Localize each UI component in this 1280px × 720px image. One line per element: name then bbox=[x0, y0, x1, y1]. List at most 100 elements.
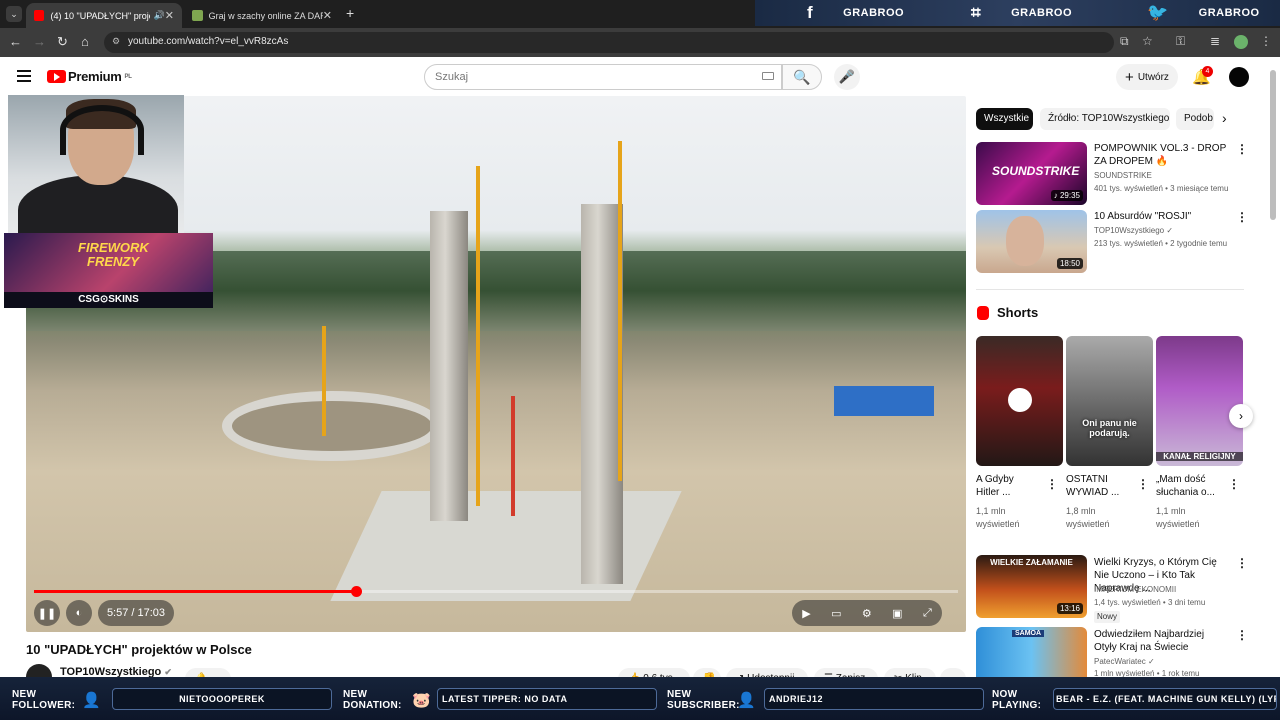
verified-icon: ✔ bbox=[164, 667, 172, 677]
channel-name[interactable]: PatecWariatec ✓ bbox=[1094, 656, 1155, 668]
youtube-logo[interactable]: Premium PL bbox=[47, 69, 132, 84]
tab-label: Graj w szachy online ZA DARMO bbox=[208, 10, 323, 21]
media-control-icon[interactable]: ≣ bbox=[1210, 34, 1220, 48]
volume-button[interactable]: ◐ bbox=[66, 600, 92, 626]
short-title[interactable]: „Mam dość słuchania o... bbox=[1156, 473, 1222, 499]
thumbnail-emblem bbox=[1008, 388, 1032, 412]
social-facebook: f GRABROO bbox=[807, 3, 904, 23]
social-name: GRABROO bbox=[1011, 7, 1073, 19]
profile-avatar-icon[interactable] bbox=[1234, 35, 1248, 49]
video-title[interactable]: Odwiedziłem Najbardziej Otyły Kraj na Św… bbox=[1094, 628, 1228, 654]
video-frame-crane bbox=[511, 396, 515, 516]
chevron-right-icon: › bbox=[1239, 409, 1243, 423]
chess-favicon-icon bbox=[192, 10, 203, 21]
keyboard-icon[interactable] bbox=[762, 72, 774, 80]
more-options-icon[interactable]: ⋮ bbox=[1228, 477, 1240, 491]
account-avatar[interactable] bbox=[1229, 67, 1249, 87]
more-options-icon[interactable]: ⋮ bbox=[1137, 477, 1149, 491]
hamburger-menu-icon[interactable] bbox=[17, 70, 31, 82]
thumbnail-text: SOUNDSTRIKE bbox=[992, 164, 1080, 178]
shorts-next-button[interactable]: › bbox=[1229, 404, 1253, 428]
shorts-icon bbox=[977, 305, 989, 320]
fullscreen-icon[interactable]: ⤢ bbox=[923, 607, 932, 620]
plus-icon: + bbox=[1125, 68, 1134, 86]
video-frame-buildings bbox=[834, 386, 934, 416]
chip-source[interactable]: Źródło: TOP10Wszystkiego bbox=[1040, 108, 1170, 130]
browser-menu-icon[interactable]: ⋮ bbox=[1260, 34, 1272, 48]
progress-bar[interactable] bbox=[34, 586, 958, 597]
short-thumbnail[interactable]: Oni panu nie podarują. bbox=[1066, 336, 1153, 466]
short-views: 1,1 mln wyświetleń bbox=[976, 506, 1020, 529]
close-tab-icon[interactable]: ✕ bbox=[323, 9, 332, 22]
chip-all[interactable]: Wszystkie bbox=[976, 108, 1033, 130]
now-playing-label: NOW PLAYING: bbox=[992, 689, 1042, 711]
duration-badge: 18:50 bbox=[1056, 258, 1083, 269]
site-info-icon[interactable]: ⚙ bbox=[112, 36, 120, 47]
facebook-icon: f bbox=[807, 3, 814, 22]
video-frame-crane bbox=[322, 326, 326, 436]
subtitles-icon[interactable]: ▭ bbox=[831, 607, 841, 620]
social-twitch: ⌗ GRABROO bbox=[971, 3, 1072, 23]
search-icon: 🔍 bbox=[793, 68, 811, 85]
bookmark-star-icon[interactable]: ☆ bbox=[1142, 34, 1153, 48]
short-title[interactable]: A Gdyby Hitler ... bbox=[976, 473, 1036, 499]
youtube-play-icon bbox=[47, 70, 66, 83]
channel-name[interactable]: IMPERIUM EKONOMII bbox=[1094, 584, 1176, 596]
more-options-icon[interactable]: ⋮ bbox=[1236, 142, 1248, 156]
new-tab-button[interactable]: + bbox=[346, 5, 354, 21]
video-meta: 213 tys. wyświetleń • 2 tygodnie temu bbox=[1094, 239, 1228, 248]
tab-label: (4) 10 "UPADŁYCH" projekt bbox=[50, 10, 149, 21]
tab-search-button[interactable]: ⌄ bbox=[6, 6, 22, 22]
short-title[interactable]: OSTATNI WYWIAD ... bbox=[1066, 473, 1128, 499]
miniplayer-icon[interactable]: ▣ bbox=[892, 607, 902, 620]
logo-text: Premium bbox=[68, 69, 122, 84]
follower-label: NEW FOLLOWER: bbox=[12, 689, 76, 711]
more-options-icon[interactable]: ⋮ bbox=[1236, 556, 1248, 570]
channel-name[interactable]: TOP10Wszystkiego ✓ bbox=[1094, 225, 1173, 237]
url-field[interactable]: ⚙ youtube.com/watch?v=el_vvR8zcAs bbox=[104, 32, 1114, 53]
create-button[interactable]: + Utwórz bbox=[1116, 64, 1178, 90]
video-thumbnail[interactable]: SOUNDSTRIKE ♪ 29:35 bbox=[976, 142, 1087, 205]
search-button[interactable]: 🔍 bbox=[782, 64, 822, 90]
time-display: 5:57 / 17:03 bbox=[98, 600, 174, 626]
search-input[interactable]: Szukaj bbox=[424, 64, 782, 90]
reload-icon[interactable]: ↻ bbox=[57, 34, 68, 50]
more-options-icon[interactable]: ⋮ bbox=[1236, 210, 1248, 224]
pause-icon: ❚❚ bbox=[37, 607, 57, 620]
short-overlay-text: KANAŁ RELIGIJNY bbox=[1156, 452, 1243, 461]
autoplay-icon[interactable]: ▶ bbox=[802, 607, 810, 620]
video-thumbnail[interactable]: 18:50 bbox=[976, 210, 1087, 273]
chevron-right-icon[interactable]: › bbox=[1222, 110, 1227, 126]
install-icon[interactable]: ⧉ bbox=[1120, 34, 1129, 49]
channel-name[interactable]: SOUNDSTRIKE bbox=[1094, 170, 1152, 182]
video-title[interactable]: 10 Absurdów "ROSJI" bbox=[1094, 210, 1228, 223]
extensions-icon[interactable]: ⚿ bbox=[1176, 34, 1185, 49]
streamer-webcam bbox=[8, 95, 184, 233]
short-thumbnail[interactable]: KANAŁ RELIGIJNY bbox=[1156, 336, 1243, 466]
page-scrollbar[interactable] bbox=[1270, 70, 1276, 220]
short-thumbnail[interactable] bbox=[976, 336, 1063, 466]
video-title: 10 "UPADŁYCH" projektów w Polsce bbox=[26, 642, 252, 657]
more-options-icon[interactable]: ⋮ bbox=[1046, 477, 1058, 491]
video-thumbnail[interactable]: WIELKIE ZAŁAMANIE 13:16 bbox=[976, 555, 1087, 618]
video-frame-tower bbox=[430, 211, 468, 521]
more-options-icon[interactable]: ⋮ bbox=[1236, 628, 1248, 642]
tab-chess[interactable]: Graj w szachy online ZA DARMO ✕ bbox=[184, 3, 340, 28]
video-title[interactable]: POMPOWNIK VOL.3 - DROP ZA DROPEM 🔥 bbox=[1094, 142, 1228, 168]
forward-icon[interactable]: → bbox=[33, 34, 46, 49]
divider bbox=[976, 289, 1244, 290]
video-meta: 401 tys. wyświetleń • 3 miesiące temu bbox=[1094, 184, 1229, 193]
chip-similar[interactable]: Podob bbox=[1176, 108, 1214, 130]
close-tab-icon[interactable]: ✕ bbox=[165, 9, 174, 22]
settings-icon[interactable]: ⚙ bbox=[862, 607, 872, 620]
pause-button[interactable]: ❚❚ bbox=[34, 600, 60, 626]
short-overlay-text: Oni panu nie podarują. bbox=[1082, 418, 1137, 438]
video-thumbnail[interactable]: SAMOA bbox=[976, 627, 1087, 677]
tab-youtube[interactable]: (4) 10 "UPADŁYCH" projekt 🔊 ✕ bbox=[26, 3, 182, 28]
home-icon[interactable]: ⌂ bbox=[81, 34, 89, 49]
voice-search-button[interactable]: 🎤 bbox=[834, 64, 860, 90]
audio-icon[interactable]: 🔊 bbox=[154, 10, 165, 21]
back-icon[interactable]: ← bbox=[9, 34, 22, 49]
video-frame-arena bbox=[222, 391, 442, 461]
short-views: 1,8 mln wyświetleń bbox=[1066, 506, 1110, 529]
